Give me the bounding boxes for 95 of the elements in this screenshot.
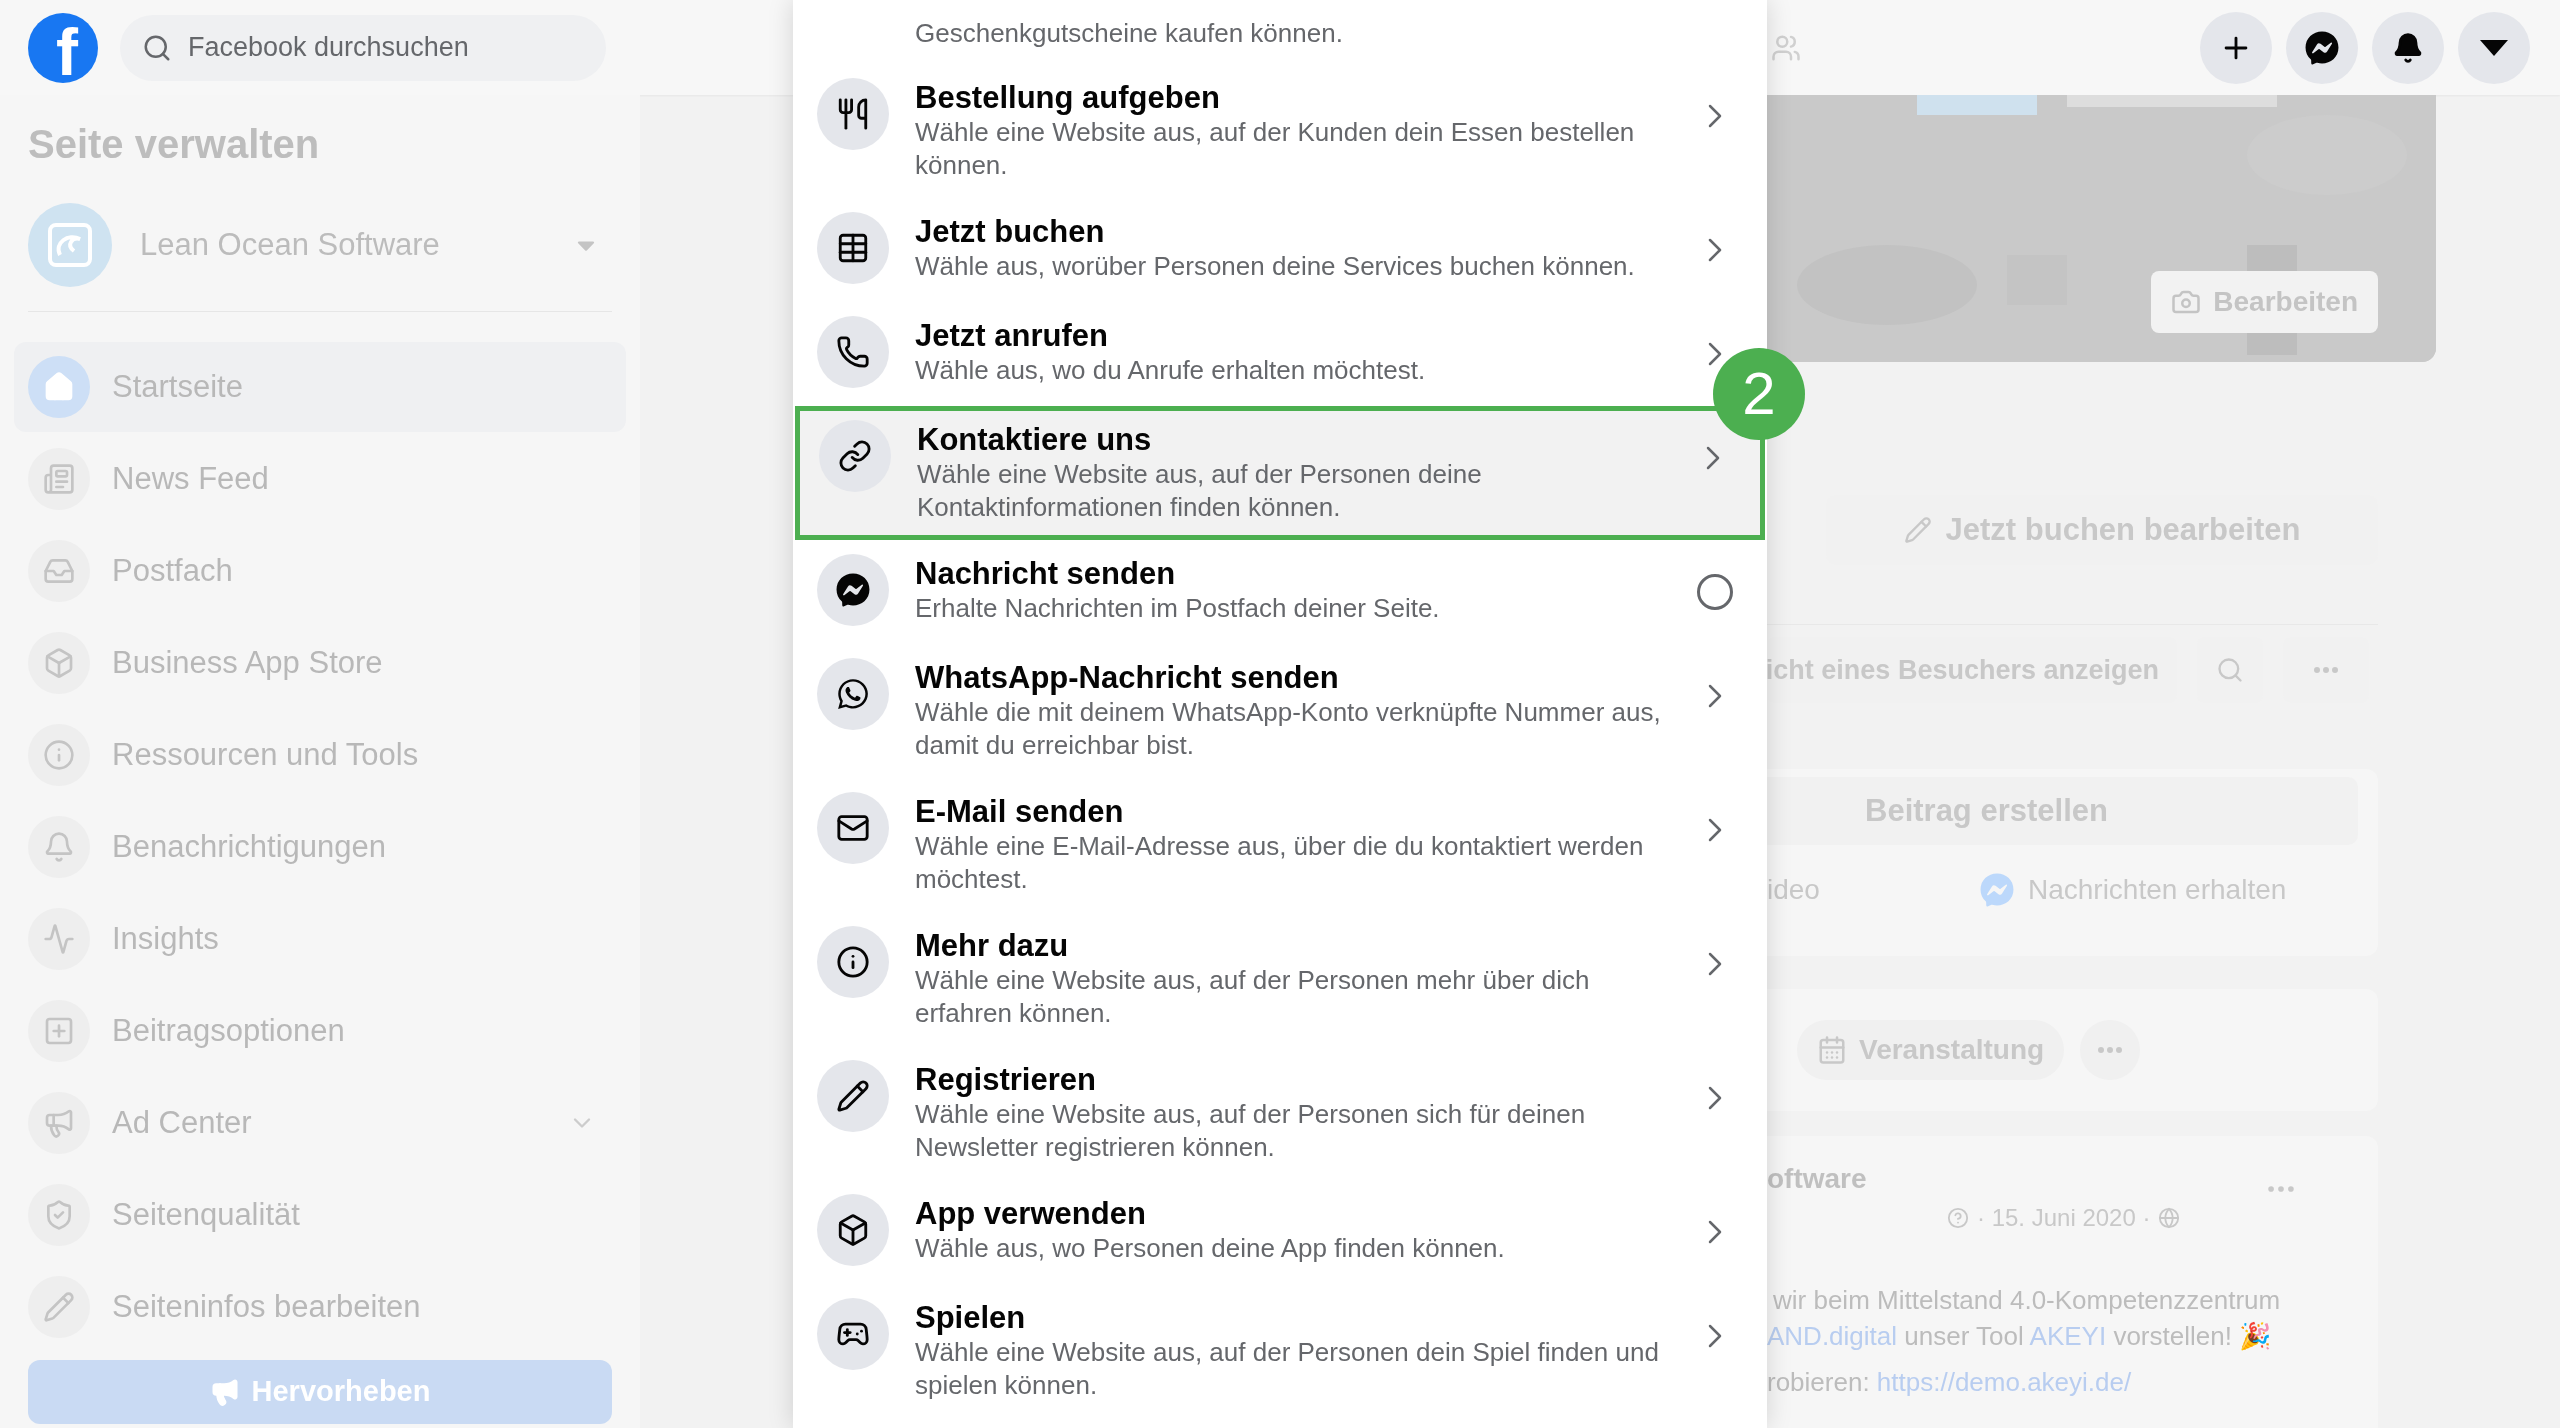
sidebar-item[interactable]: Postfach bbox=[14, 526, 626, 616]
sidebar-item-label: Business App Store bbox=[112, 643, 384, 682]
menu-item-title: Jetzt anrufen bbox=[915, 318, 1109, 354]
menu-item-title: E-Mail senden bbox=[915, 794, 1125, 830]
menu-item[interactable]: WhatsApp-Nachricht senden Wähle die mit deinem WhatsApp-Konto verknüpfte Nummer aus, damit du erreichbar bist. bbox=[793, 644, 1767, 778]
menu-item-title: Nachricht senden bbox=[915, 556, 1177, 592]
cube-icon bbox=[836, 1213, 870, 1247]
menu-item-title: Mehr dazu bbox=[915, 928, 1070, 964]
messenger-icon bbox=[2305, 30, 2339, 65]
sidebar-item[interactable]: Startseite bbox=[14, 342, 626, 432]
sidebar-title: Seite verwalten bbox=[28, 121, 321, 168]
help-icon bbox=[1947, 1207, 1969, 1229]
sidebar-item[interactable]: Seitenqualität bbox=[14, 1170, 626, 1260]
pencil-icon bbox=[1903, 516, 1932, 544]
menu-item-title: WhatsApp-Nachricht senden bbox=[915, 660, 1340, 696]
sidebar-item[interactable]: Business App Store bbox=[14, 618, 626, 708]
menu-item-description: Wähle eine Website aus, auf der Personen deine Kontaktinformationen finden können. bbox=[917, 458, 1483, 524]
sidebar-item-label: Postfach bbox=[112, 551, 234, 590]
sidebar-item[interactable]: Ressourcen und Tools bbox=[14, 710, 626, 800]
menu-item-description: Wähle aus, worüber Personen deine Services buchen können. bbox=[915, 250, 1636, 283]
messenger-icon bbox=[1979, 873, 2014, 907]
menu-item-description: Wähle eine E-Mail-Adresse aus, über die du kontaktiert werden möchtest. bbox=[915, 830, 1645, 896]
sidebar-item[interactable]: Benachrichtigungen bbox=[14, 802, 626, 892]
menu-item-description: Erhalte Nachrichten im Postfach deiner Seite. bbox=[915, 592, 1441, 625]
bell-icon bbox=[43, 831, 75, 863]
menu-item[interactable]: Registrieren Wähle eine Website aus, auf der Personen sich für deinen Newsletter registrieren können. bbox=[793, 1046, 1767, 1180]
facebook-logo[interactable]: f bbox=[28, 12, 98, 83]
menu-item-description: Wähle aus, wo du Anrufe erhalten möchtest. bbox=[915, 354, 1427, 387]
link-icon bbox=[838, 439, 872, 473]
post-link[interactable]: AKEYI bbox=[2029, 1321, 2107, 1351]
pencil-icon bbox=[836, 1079, 870, 1113]
phone-icon bbox=[836, 335, 870, 369]
newspaper-icon bbox=[43, 463, 75, 495]
post-text: AND.digital unser Tool AKEYI vorstellen! 🎉 bbox=[1767, 1320, 2273, 1352]
grid-icon bbox=[836, 231, 870, 265]
menu-item-title: Kontaktiere uns bbox=[917, 422, 1153, 458]
sidebar-item[interactable]: Seiteninfos bearbeiten bbox=[14, 1262, 626, 1352]
fork-knife-icon bbox=[836, 97, 870, 131]
wave-logo-icon bbox=[46, 221, 94, 269]
sidebar-item-label: News Feed bbox=[112, 459, 270, 498]
menu-item-description: Geschenkgutscheine kaufen können. bbox=[915, 17, 1344, 50]
post-link[interactable]: AND.digital bbox=[1767, 1321, 1898, 1351]
menu-item-title: Bestellung aufgeben bbox=[915, 80, 1221, 116]
menu-item[interactable]: Mehr dazu Wähle eine Website aus, auf der Personen mehr über dich erfahren können. bbox=[793, 912, 1767, 1046]
menu-item-title: App verwenden bbox=[915, 1196, 1147, 1232]
sidebar-item-label: Seiteninfos bearbeiten bbox=[112, 1287, 422, 1326]
sidebar-item-label: Ressourcen und Tools bbox=[112, 735, 420, 774]
sidebar-item-label: Ad Center bbox=[112, 1103, 253, 1142]
menu-item[interactable]: Spielen Wähle eine Website aus, auf der Personen dein Spiel finden und spielen können. bbox=[793, 1284, 1767, 1418]
search-icon bbox=[2216, 656, 2244, 684]
menu-item-description: Wähle eine Website aus, auf der Personen dein Spiel finden und spielen können. bbox=[915, 1336, 1660, 1402]
info-icon bbox=[836, 945, 870, 979]
sidebar-item-label: Startseite bbox=[112, 367, 244, 406]
menu-item[interactable]: App verwenden Wähle aus, wo Personen deine App finden können. bbox=[793, 1180, 1767, 1284]
sidebar-item-label: Benachrichtigungen bbox=[112, 827, 388, 866]
sidebar-item[interactable]: Ad Center bbox=[14, 1078, 626, 1168]
menu-item[interactable]: Nachricht senden Erhalte Nachrichten im Postfach deiner Seite. bbox=[793, 540, 1767, 644]
menu-item-title: Spielen bbox=[915, 1300, 1027, 1336]
menu-item-description: Wähle aus, wo Personen deine App finden können. bbox=[915, 1232, 1506, 1265]
post-link[interactable]: https://demo.akeyi.de/ bbox=[1876, 1367, 2132, 1397]
menu-item[interactable]: Bestellung aufgeben Wähle eine Website aus, auf der Kunden dein Essen bestellen können. bbox=[793, 64, 1767, 198]
more-icon bbox=[2314, 667, 2338, 673]
home-icon bbox=[43, 371, 75, 403]
more-icon bbox=[2098, 1047, 2123, 1053]
cube-icon bbox=[43, 647, 75, 679]
info-icon bbox=[43, 739, 75, 771]
post-text: robieren: https://demo.akeyi.de/ bbox=[1767, 1366, 2133, 1398]
sidebar-item-label: Seitenqualität bbox=[112, 1195, 301, 1234]
menu-item-description: Wähle die mit deinem WhatsApp-Konto verknüpfte Nummer aus, damit du erreichbar bist. bbox=[915, 696, 1662, 762]
whatsapp-icon bbox=[836, 677, 870, 711]
menu-item[interactable]: E-Mail senden Wähle eine E-Mail-Adresse aus, über die du kontaktiert werden möchtest. bbox=[793, 778, 1767, 912]
megaphone-icon bbox=[43, 1107, 75, 1139]
page-name[interactable]: Lean Ocean Software bbox=[140, 221, 544, 269]
menu-item-title: Jetzt buchen bbox=[915, 214, 1106, 250]
pencil-icon bbox=[43, 1291, 75, 1323]
sidebar-item-label: Insights bbox=[112, 919, 220, 958]
sidebar-item[interactable]: Beitragsoptionen bbox=[14, 986, 626, 1076]
chart-line-icon bbox=[43, 923, 75, 955]
calendar-icon bbox=[1817, 1035, 1847, 1065]
globe-icon bbox=[2158, 1207, 2181, 1229]
menu-item-description: Wähle eine Website aus, auf der Personen sich für deinen Newsletter registrieren können. bbox=[915, 1098, 1587, 1164]
menu-item-title: Registrieren bbox=[915, 1062, 1097, 1098]
menu-item-description: Wähle eine Website aus, auf der Personen mehr über dich erfahren können. bbox=[915, 964, 1591, 1030]
radio-button[interactable] bbox=[1697, 574, 1733, 610]
menu-item-description: Wähle eine Website aus, auf der Kunden dein Essen bestellen können. bbox=[915, 116, 1636, 182]
sidebar-item[interactable]: News Feed bbox=[14, 434, 626, 524]
menu-item[interactable]: Jetzt buchen Wähle aus, worüber Personen deine Services buchen können. bbox=[793, 198, 1767, 302]
sidebar-item[interactable]: Insights bbox=[14, 894, 626, 984]
bell-icon bbox=[2392, 31, 2424, 64]
caret-icon bbox=[2480, 39, 2508, 56]
square-plus-icon bbox=[43, 1015, 75, 1047]
search-field[interactable]: Facebook durchsuchen bbox=[120, 14, 606, 81]
post-text: wir beim Mittelstand 4.0-Kompetenzzentrum bbox=[1772, 1284, 2282, 1316]
sidebar-item-label: Beitragsoptionen bbox=[112, 1011, 346, 1050]
messenger-icon bbox=[836, 573, 870, 607]
